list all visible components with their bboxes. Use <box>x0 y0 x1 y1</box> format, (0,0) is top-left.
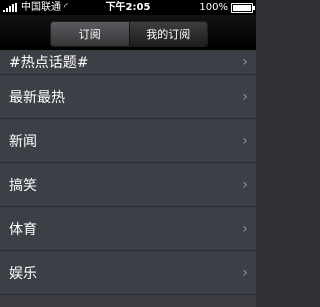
battery-icon <box>231 2 255 13</box>
status-right: 100% <box>199 0 255 15</box>
chevron-right-icon: › <box>242 132 248 149</box>
list-item-label: 娱乐 <box>9 265 37 282</box>
top-navigation-bar: 订阅 我的订阅 <box>0 15 256 51</box>
list-item-label: 搞笑 <box>9 177 37 194</box>
tab-subscribe[interactable]: 订阅 <box>51 22 130 46</box>
list-item-hot-topics[interactable]: #热点话题# › <box>0 50 256 75</box>
chevron-right-icon: › <box>242 54 248 70</box>
chevron-right-icon: › <box>242 88 248 105</box>
battery-percentage: 100% <box>199 2 228 13</box>
list-item-entertainment[interactable]: 娱乐 › <box>0 251 256 295</box>
battery-fill <box>233 4 251 11</box>
list-item-label: 新闻 <box>9 133 37 150</box>
category-list: #热点话题# › 最新最热 › 新闻 › 搞笑 › 体育 › 娱乐 › <box>0 50 256 307</box>
chevron-right-icon: › <box>242 264 248 281</box>
list-item-sports[interactable]: 体育 › <box>0 207 256 251</box>
chevron-right-icon: › <box>242 176 248 193</box>
list-item-funny[interactable]: 搞笑 › <box>0 163 256 207</box>
list-item-label: 体育 <box>9 221 37 238</box>
list-item-news[interactable]: 新闻 › <box>0 119 256 163</box>
list-item-label: #热点话题# <box>9 55 89 71</box>
status-bar: 中国联通 ◜ 下午2:05 100% <box>0 0 256 15</box>
tab-my-subscriptions[interactable]: 我的订阅 <box>129 22 207 46</box>
chevron-right-icon: › <box>242 220 248 237</box>
screen: 中国联通 ◜ 下午2:05 100% 订阅 我的订阅 #热点话题# › 最新最热… <box>0 0 256 307</box>
list-item-latest-hottest[interactable]: 最新最热 › <box>0 75 256 119</box>
segmented-control: 订阅 我的订阅 <box>50 21 208 47</box>
list-item-label: 最新最热 <box>9 89 65 106</box>
